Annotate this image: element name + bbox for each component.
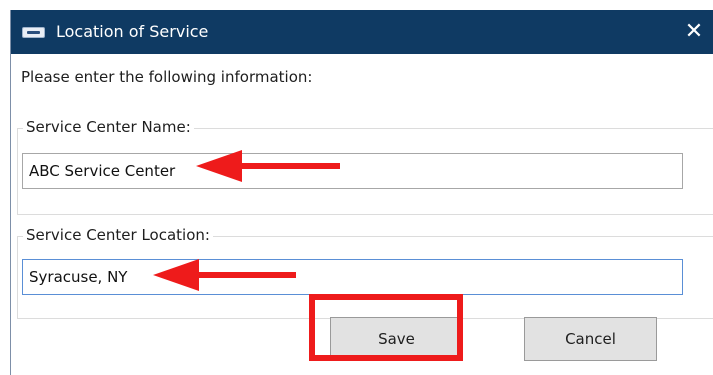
service-center-name-input[interactable]	[22, 153, 683, 189]
service-center-location-input[interactable]	[22, 259, 683, 295]
instruction-text: Please enter the following information:	[21, 68, 313, 86]
group-border-left	[17, 128, 18, 214]
service-center-name-label: Service Center Name:	[23, 118, 194, 136]
title-bar: Location of Service ✕	[11, 10, 713, 54]
group-border-bottom	[17, 214, 713, 215]
annotation-arrow-location	[153, 259, 296, 291]
window-app-icon	[22, 27, 45, 38]
save-button-highlight	[309, 294, 463, 361]
close-icon[interactable]: ✕	[674, 10, 713, 54]
cancel-button[interactable]: Cancel	[524, 317, 657, 361]
annotation-arrow-name	[196, 150, 340, 182]
window-title: Location of Service	[56, 22, 209, 41]
group-border-left	[17, 236, 18, 318]
service-center-location-label: Service Center Location:	[23, 226, 213, 244]
